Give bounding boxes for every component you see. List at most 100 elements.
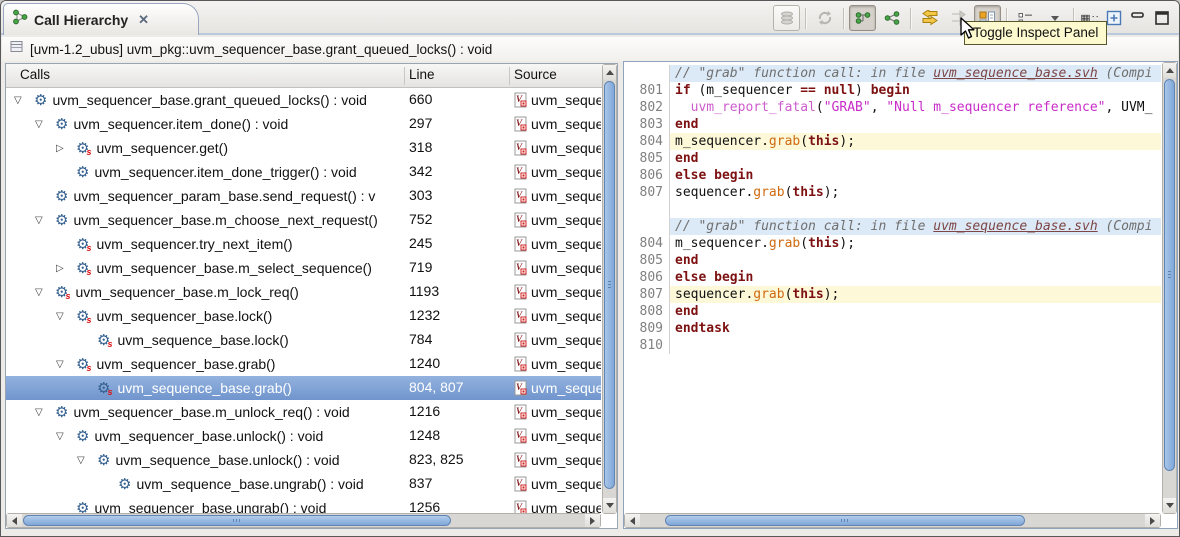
column-header-calls[interactable]: Calls [20, 67, 50, 82]
toolbar-separator [805, 7, 806, 29]
file-link[interactable]: uvm_sequence_base.svh [933, 66, 1097, 81]
expander-icon[interactable]: ▷ [56, 143, 76, 154]
expander-icon[interactable]: ▽ [56, 311, 76, 322]
tree-row[interactable]: ⚙ uvm_sequencer.item_done_trigger() : voi… [6, 160, 601, 184]
scroll-down-arrow[interactable] [603, 498, 616, 513]
source-file-name: uvm_seque [531, 92, 601, 108]
code-line-content [670, 337, 1161, 354]
tree-row-left: ▽ ⚙ uvm_sequencer_base.grant_queued_locks(… [6, 88, 386, 112]
code-token: this [792, 287, 824, 302]
line-cell: 318 [409, 139, 433, 155]
scrollbar-thumb[interactable] [604, 81, 615, 489]
source-cell: Vuvm_seque [514, 280, 601, 304]
code-vertical-scrollbar[interactable] [1162, 62, 1177, 514]
expander-icon[interactable]: ▽ [35, 215, 55, 226]
task-decorator-icon: s [86, 267, 92, 277]
scrollbar-thumb[interactable] [665, 515, 1025, 526]
code-token: , [870, 100, 887, 115]
calls-horizontal-scrollbar[interactable] [6, 513, 601, 528]
tree-row[interactable]: ⚙ s uvm_sequence_base.lock() 784 Vuvm_seque [6, 328, 601, 352]
minimize-icon[interactable] [1127, 6, 1149, 30]
member-icon [10, 40, 23, 58]
call-label: uvm_sequence_base.grab() [117, 380, 292, 396]
source-cell: Vuvm_seque [514, 256, 601, 280]
swap-caller-callee-icon[interactable] [916, 5, 943, 31]
scroll-up-arrow[interactable] [603, 65, 616, 80]
column-divider[interactable] [404, 67, 405, 85]
expander-icon[interactable]: ▷ [56, 263, 76, 274]
scroll-left-arrow[interactable] [7, 514, 22, 527]
source-file-name: uvm_seque [531, 332, 601, 348]
task-decorator-icon: s [107, 339, 113, 349]
code-token: ); [823, 287, 840, 302]
scrollbar-thumb[interactable] [1164, 79, 1175, 471]
code-token: == [800, 83, 816, 98]
maximize-icon[interactable] [1151, 6, 1173, 30]
sv-file-icon: V [514, 212, 527, 228]
tree-row[interactable]: ▽ ⚙ uvm_sequencer_base.grant_queued_locks(… [6, 88, 601, 112]
column-header-line[interactable]: Line [409, 67, 435, 82]
code-line-content: // "grab" function call: in file uvm_seq… [670, 218, 1161, 235]
close-icon[interactable]: ✕ [138, 12, 149, 28]
tree-row[interactable]: ▷ ⚙ s uvm_sequencer_base.m_select_sequence(… [6, 256, 601, 280]
tree-row[interactable]: ▽ ⚙ uvm_sequencer.item_done() : void 297 Vuv… [6, 112, 601, 136]
code-token: m_sequencer. [675, 134, 769, 149]
tab-call-hierarchy[interactable]: Call Hierarchy ✕ [3, 3, 199, 35]
code-line-content: end [670, 303, 1161, 320]
scroll-right-arrow[interactable] [585, 514, 600, 527]
line-cell: 660 [409, 91, 433, 107]
method-icon: ⚙ [55, 211, 69, 229]
callee-hierarchy-icon[interactable] [878, 5, 905, 31]
code-token: "GRAB" [823, 100, 871, 115]
method-icon: ⚙ [76, 427, 90, 445]
scroll-right-arrow[interactable] [1145, 514, 1160, 527]
expander-icon[interactable]: ▽ [35, 287, 55, 298]
tree-row[interactable]: ⚙ uvm_sequencer_param_base.send_request()… [6, 184, 601, 208]
code-token: end [675, 304, 699, 319]
code-editor[interactable]: // "grab" function call: in file uvm_seq… [625, 63, 1161, 512]
code-horizontal-scrollbar[interactable] [624, 513, 1161, 528]
tree-row[interactable]: ⚙ uvm_sequencer_base.ungrab() : void 1256 V… [6, 496, 601, 514]
scroll-up-arrow[interactable] [1163, 63, 1176, 78]
code-line-content: uvm_report_fatal("GRAB", "Null m_sequenc… [670, 99, 1161, 116]
line-cell: 752 [409, 211, 433, 227]
line-cell: 1240 [409, 355, 441, 371]
code-token: m_sequencer. [675, 236, 769, 251]
history-icon[interactable] [773, 5, 800, 31]
tree-row[interactable]: ▽ ⚙ uvm_sequencer_base.unlock() : void 1248… [6, 424, 601, 448]
expander-icon[interactable]: ▽ [77, 455, 97, 466]
tree-row-left: ▽ ⚙ uvm_sequence_base.unlock() : void [6, 448, 386, 472]
expander-icon[interactable]: ▽ [56, 431, 76, 442]
tree-row[interactable]: ⚙ s uvm_sequencer.try_next_item() 245 Vuvm_s… [6, 232, 601, 256]
tree-row-left: ⚙ uvm_sequencer.item_done_trigger() : voi… [6, 160, 386, 184]
tree-row[interactable]: ▷ ⚙ s uvm_sequencer.get() 318 Vuvm_seque [6, 136, 601, 160]
line-number: 801 [625, 82, 670, 99]
tree-row[interactable]: ▽ ⚙ uvm_sequence_base.unlock() : void 823, … [6, 448, 601, 472]
tree-row[interactable]: ▽ ⚙ s uvm_sequencer_base.grab() 1240 Vuvm_seq… [6, 352, 601, 376]
code-token: // "grab" function call: in file [675, 66, 934, 81]
source-file-name: uvm_seque [531, 212, 601, 228]
source-file-name: uvm_seque [531, 284, 601, 300]
line-number: 809 [625, 320, 670, 337]
column-divider[interactable] [509, 67, 510, 85]
tree-row[interactable]: ▽ ⚙ s uvm_sequencer_base.m_lock_req() 1193 Vu… [6, 280, 601, 304]
expander-icon[interactable]: ▽ [35, 407, 55, 418]
caller-hierarchy-icon[interactable] [849, 5, 876, 31]
calls-vertical-scrollbar[interactable] [602, 64, 617, 514]
source-file-name: uvm_seque [531, 452, 601, 468]
expander-icon[interactable]: ▽ [35, 119, 55, 130]
tree-row[interactable]: ▽ ⚙ uvm_sequencer_base.m_choose_next_reque… [6, 208, 601, 232]
scroll-down-arrow[interactable] [1163, 498, 1176, 513]
tree-row[interactable]: ▽ ⚙ uvm_sequencer_base.m_unlock_req() : vo… [6, 400, 601, 424]
expander-icon[interactable]: ▽ [14, 95, 34, 106]
scroll-left-arrow[interactable] [625, 514, 640, 527]
refresh-icon[interactable] [811, 5, 838, 31]
scrollbar-thumb[interactable] [23, 515, 451, 526]
tree-row[interactable]: ⚙ uvm_sequence_base.ungrab() : void 837 Vuv… [6, 472, 601, 496]
tree-row-selected[interactable]: ⚙ s uvm_sequence_base.grab() 804, 807 Vuvm_s… [6, 376, 601, 400]
column-header-source[interactable]: Source [514, 67, 557, 82]
expander-icon[interactable]: ▽ [56, 359, 76, 370]
file-link[interactable]: uvm_sequence_base.svh [933, 219, 1097, 234]
tree-row[interactable]: ▽ ⚙ s uvm_sequencer_base.lock() 1232 Vuvm_seq… [6, 304, 601, 328]
